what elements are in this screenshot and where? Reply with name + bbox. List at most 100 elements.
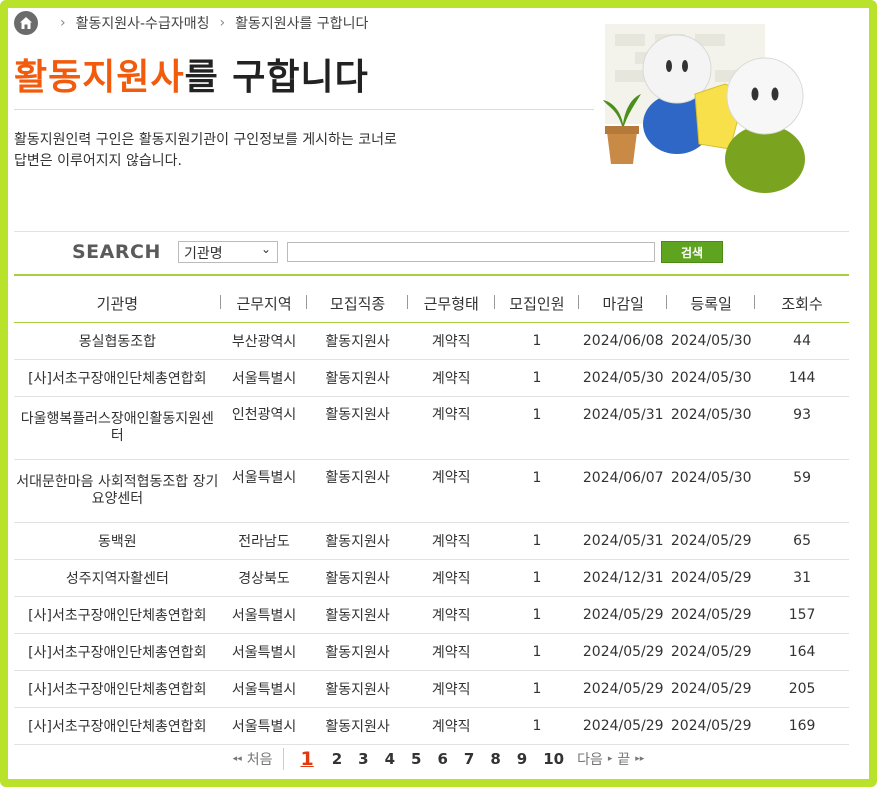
search-input[interactable]	[287, 242, 655, 262]
org-name-link[interactable]: 성주지역자활센터	[14, 559, 221, 597]
employment-type-cell: 계약직	[407, 633, 495, 671]
region-cell: 서울특별시	[220, 670, 308, 708]
headcount-cell: 1	[494, 596, 580, 634]
double-chevron-right-icon: ▸▸	[635, 754, 645, 764]
job-table: 기관명 근무지역 모집직종 근무형태 모집인원 마감일 등록일 조회수 몽실협동…	[14, 284, 849, 745]
job-type-cell: 활동지원사	[307, 559, 408, 597]
posted-date-cell: 2024/05/30	[667, 396, 756, 460]
breadcrumb-item[interactable]: 활동지원사-수급자매칭	[76, 13, 210, 33]
headcount-cell: 1	[494, 670, 580, 708]
org-name-link[interactable]: [사]서초구장애인단체총연합회	[14, 707, 221, 745]
views-cell: 144	[755, 359, 849, 397]
posted-date-cell: 2024/05/30	[667, 322, 756, 360]
page-description: 활동지원인력 구인은 활동지원기관이 구인정보를 게시하는 코너로 답변은 이루…	[14, 130, 574, 172]
divider	[283, 748, 285, 770]
home-icon[interactable]	[14, 11, 38, 35]
views-cell: 169	[755, 707, 849, 745]
search-label: SEARCH	[72, 241, 161, 263]
deadline-cell: 2024/05/31	[579, 522, 668, 560]
divider	[14, 109, 594, 110]
job-type-cell: 활동지원사	[307, 707, 408, 745]
org-name-link[interactable]: [사]서초구장애인단체총연합회	[14, 596, 221, 634]
pagination: ◂◂ 처음 1 2 3 4 5 6 7 8 9 10 다음 ▸ 끝 ▸▸	[0, 748, 877, 770]
job-type-cell: 활동지원사	[307, 396, 408, 460]
table-row[interactable]: 서대문한마음 사회적협동조합 장기요양센터 서울특별시 활동지원사 계약직 1 …	[14, 459, 849, 523]
column-header[interactable]: 근무지역	[220, 284, 308, 323]
posted-date-cell: 2024/05/29	[667, 522, 756, 560]
next-page-link[interactable]: 다음	[577, 749, 603, 769]
deadline-cell: 2024/05/30	[579, 359, 668, 397]
page-link[interactable]: 6	[437, 750, 447, 768]
posted-date-cell: 2024/05/29	[667, 596, 756, 634]
org-name-link[interactable]: 서대문한마음 사회적협동조합 장기요양센터	[14, 459, 221, 523]
region-cell: 서울특별시	[220, 359, 308, 397]
chevron-right-icon: ›	[219, 15, 226, 31]
deadline-cell: 2024/05/29	[579, 596, 668, 634]
page-link[interactable]: 4	[385, 750, 395, 768]
page-link[interactable]: 3	[358, 750, 368, 768]
breadcrumb-item[interactable]: 활동지원사를 구합니다	[235, 13, 368, 33]
employment-type-cell: 계약직	[407, 559, 495, 597]
org-name-link[interactable]: 동백원	[14, 522, 221, 560]
region-cell: 경상북도	[220, 559, 308, 597]
region-cell: 서울특별시	[220, 707, 308, 745]
job-type-cell: 활동지원사	[307, 633, 408, 671]
views-cell: 157	[755, 596, 849, 634]
views-cell: 44	[755, 322, 849, 360]
page-link[interactable]: 8	[490, 750, 500, 768]
org-name-link[interactable]: 다울행복플러스장애인활동지원센터	[14, 396, 221, 460]
search-button[interactable]: 검색	[661, 241, 723, 263]
region-cell: 전라남도	[220, 522, 308, 560]
employment-type-cell: 계약직	[407, 459, 495, 523]
column-header[interactable]: 모집직종	[307, 284, 408, 323]
table-row[interactable]: [사]서초구장애인단체총연합회 서울특별시 활동지원사 계약직 1 2024/0…	[14, 707, 849, 745]
last-page-link[interactable]: 끝	[617, 749, 630, 769]
table-row[interactable]: [사]서초구장애인단체총연합회 서울특별시 활동지원사 계약직 1 2024/0…	[14, 359, 849, 397]
page-link[interactable]: 2	[332, 750, 342, 768]
table-row[interactable]: 몽실협동조합 부산광역시 활동지원사 계약직 1 2024/06/08 2024…	[14, 322, 849, 360]
job-type-cell: 활동지원사	[307, 322, 408, 360]
org-name-link[interactable]: [사]서초구장애인단체총연합회	[14, 670, 221, 708]
column-header[interactable]: 마감일	[579, 284, 668, 323]
job-type-cell: 활동지원사	[307, 359, 408, 397]
table-row[interactable]: [사]서초구장애인단체총연합회 서울특별시 활동지원사 계약직 1 2024/0…	[14, 670, 849, 708]
table-row[interactable]: [사]서초구장애인단체총연합회 서울특별시 활동지원사 계약직 1 2024/0…	[14, 596, 849, 634]
column-header[interactable]: 근무형태	[407, 284, 495, 323]
headcount-cell: 1	[494, 459, 580, 523]
column-header[interactable]: 기관명	[14, 284, 221, 323]
first-page-link[interactable]: 처음	[247, 749, 273, 769]
search-field-select[interactable]: 기관명 ⌄	[178, 241, 278, 263]
views-cell: 164	[755, 633, 849, 671]
headcount-cell: 1	[494, 322, 580, 360]
table-row[interactable]: 성주지역자활센터 경상북도 활동지원사 계약직 1 2024/12/31 202…	[14, 559, 849, 597]
page-link[interactable]: 5	[411, 750, 421, 768]
page-link[interactable]: 7	[464, 750, 474, 768]
posted-date-cell: 2024/05/29	[667, 633, 756, 671]
search-bar: SEARCH 기관명 ⌄ 검색	[14, 231, 849, 276]
job-type-cell: 활동지원사	[307, 459, 408, 523]
org-name-link[interactable]: [사]서초구장애인단체총연합회	[14, 633, 221, 671]
table-row[interactable]: [사]서초구장애인단체총연합회 서울특별시 활동지원사 계약직 1 2024/0…	[14, 633, 849, 671]
employment-type-cell: 계약직	[407, 596, 495, 634]
deadline-cell: 2024/06/07	[579, 459, 668, 523]
posted-date-cell: 2024/05/29	[667, 670, 756, 708]
page-link[interactable]: 9	[517, 750, 527, 768]
table-row[interactable]: 다울행복플러스장애인활동지원센터 인천광역시 활동지원사 계약직 1 2024/…	[14, 396, 849, 460]
deadline-cell: 2024/05/29	[579, 670, 668, 708]
employment-type-cell: 계약직	[407, 359, 495, 397]
deadline-cell: 2024/05/29	[579, 633, 668, 671]
deadline-cell: 2024/06/08	[579, 322, 668, 360]
chevron-right-icon: ▸	[607, 754, 613, 764]
page-title-rest: 를 구합니다	[184, 57, 369, 98]
column-header[interactable]: 모집인원	[494, 284, 580, 323]
column-header[interactable]: 조회수	[755, 284, 849, 323]
headcount-cell: 1	[494, 707, 580, 745]
column-header[interactable]: 등록일	[667, 284, 756, 323]
table-row[interactable]: 동백원 전라남도 활동지원사 계약직 1 2024/05/31 2024/05/…	[14, 522, 849, 560]
page-link[interactable]: 10	[543, 750, 564, 768]
org-name-link[interactable]: 몽실협동조합	[14, 322, 221, 360]
org-name-link[interactable]: [사]서초구장애인단체총연합회	[14, 359, 221, 397]
job-type-cell: 활동지원사	[307, 522, 408, 560]
region-cell: 서울특별시	[220, 633, 308, 671]
chevron-down-icon: ⌄	[260, 242, 271, 256]
